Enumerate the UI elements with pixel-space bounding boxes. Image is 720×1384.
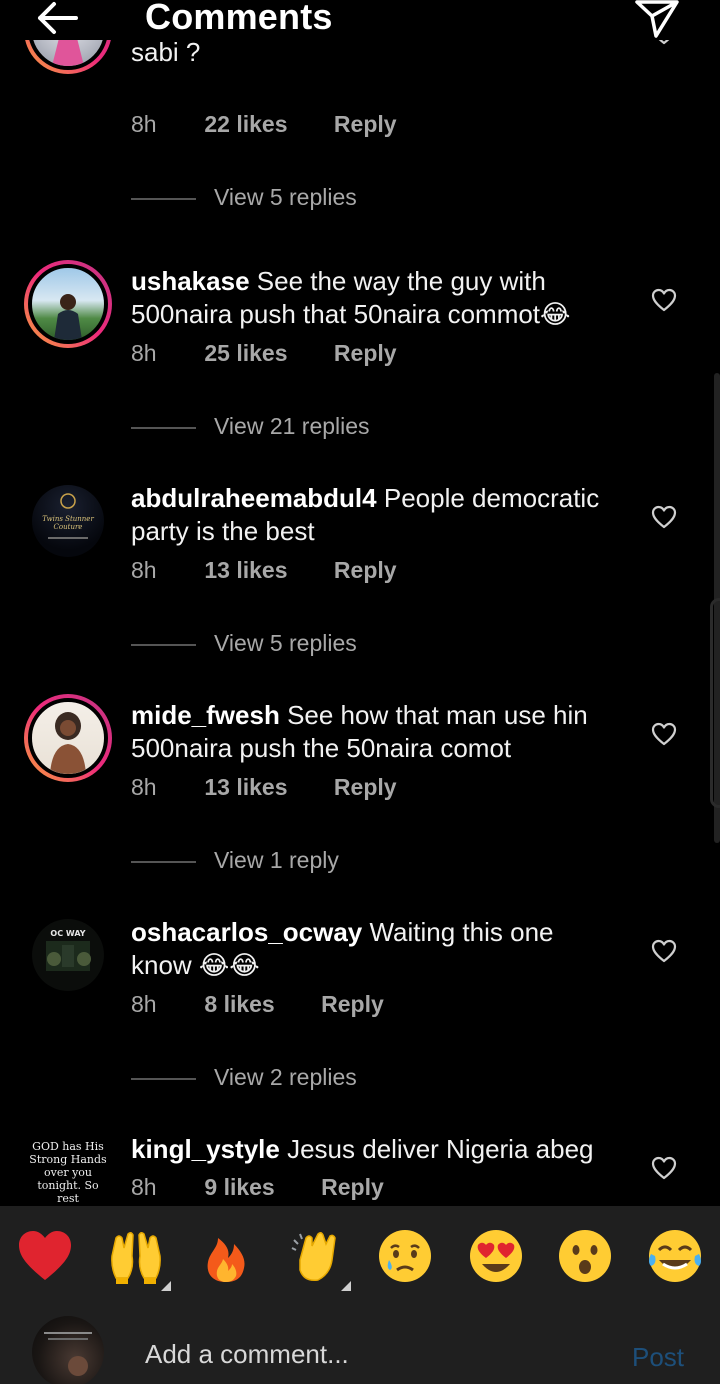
- comment-meta: 8h 13 likes Reply: [131, 557, 397, 584]
- raising-hands-icon[interactable]: [106, 1226, 166, 1286]
- view-replies-label: View 5 replies: [214, 630, 357, 656]
- comment-username[interactable]: mide_fwesh: [131, 700, 280, 730]
- avatar[interactable]: [24, 260, 112, 348]
- view-replies-label: View 21 replies: [214, 413, 370, 439]
- avatar-logo-text: OC WAY: [50, 929, 85, 938]
- avatar[interactable]: [24, 694, 112, 782]
- comment-item: mide_fwesh See how that man use hin 500n…: [0, 694, 720, 911]
- comment-text: kingl_ystyle Jesus deliver Nigeria abeg: [131, 1133, 621, 1166]
- view-replies-link[interactable]: View 1 reply: [131, 847, 339, 874]
- avatar[interactable]: [24, 40, 112, 74]
- comment-item: sabi ? 8h 22 likes Reply View 5 replies: [0, 40, 720, 248]
- heart-icon[interactable]: [651, 288, 677, 312]
- divider-line: [131, 426, 196, 429]
- edge-panel-handle[interactable]: [710, 598, 720, 808]
- view-replies-label: View 2 replies: [214, 1064, 357, 1090]
- likes-count[interactable]: 22 likes: [204, 111, 287, 138]
- comment-item: Twins Stunner Couture abdulraheemabdul4 …: [0, 477, 720, 694]
- reply-button[interactable]: Reply: [321, 991, 384, 1018]
- comment-meta: 8h 22 likes Reply: [131, 111, 397, 138]
- comment-item: OC WAY oshacarlos_ocway Waiting this one…: [0, 911, 720, 1128]
- comment-text: mide_fwesh See how that man use hin 500n…: [131, 699, 621, 765]
- comment-body: sabi ?: [131, 40, 201, 67]
- red-heart-icon[interactable]: [15, 1226, 75, 1286]
- view-replies-link[interactable]: View 5 replies: [131, 630, 357, 657]
- heart-icon[interactable]: [651, 1156, 677, 1180]
- likes-count[interactable]: 13 likes: [204, 774, 287, 801]
- clapping-hands-icon[interactable]: [286, 1226, 346, 1286]
- avatar[interactable]: GOD has His Strong Hands over you tonigh…: [28, 1132, 108, 1206]
- comment-time: 8h: [131, 340, 157, 366]
- fire-icon[interactable]: [196, 1226, 256, 1286]
- view-replies-link[interactable]: View 2 replies: [131, 1064, 357, 1091]
- comment-username[interactable]: ushakase: [131, 266, 250, 296]
- page-title: Comments: [145, 0, 333, 37]
- svg-text:Couture: Couture: [54, 523, 83, 531]
- surprised-face-icon[interactable]: [555, 1226, 615, 1286]
- heart-eyes-face-icon[interactable]: [466, 1226, 526, 1286]
- back-button[interactable]: [30, 0, 84, 40]
- reply-button[interactable]: Reply: [334, 340, 397, 367]
- likes-count[interactable]: 13 likes: [204, 557, 287, 584]
- heart-icon[interactable]: [651, 939, 677, 963]
- comment-item: GOD has His Strong Hands over you tonigh…: [0, 1128, 720, 1206]
- avatar-logo-text: Twins Stunner: [42, 515, 94, 523]
- current-user-avatar[interactable]: [32, 1316, 104, 1384]
- comment-text: sabi ?: [131, 40, 621, 69]
- view-replies-label: View 1 reply: [214, 847, 339, 873]
- comment-time: 8h: [131, 1174, 157, 1200]
- reply-button[interactable]: Reply: [321, 1174, 384, 1201]
- comment-meta: 8h 9 likes Reply: [131, 1174, 384, 1201]
- divider-line: [131, 643, 196, 646]
- reply-button[interactable]: Reply: [334, 774, 397, 801]
- comment-username[interactable]: kingl_ystyle: [131, 1134, 280, 1164]
- comment-time: 8h: [131, 111, 157, 137]
- reply-button[interactable]: Reply: [334, 111, 397, 138]
- avatar[interactable]: OC WAY: [32, 919, 104, 991]
- reply-button[interactable]: Reply: [334, 557, 397, 584]
- comment-meta: 8h 25 likes Reply: [131, 340, 397, 367]
- comment-time: 8h: [131, 991, 157, 1017]
- comment-username[interactable]: oshacarlos_ocway: [131, 917, 362, 947]
- comment-item: ushakase See the way the guy with 500nai…: [0, 260, 720, 477]
- view-replies-label: View 5 replies: [214, 184, 357, 210]
- comment-text: abdulraheemabdul4 People democratic part…: [131, 482, 621, 548]
- crying-face-icon[interactable]: [375, 1226, 435, 1286]
- comment-username[interactable]: abdulraheemabdul4: [131, 483, 377, 513]
- view-replies-link[interactable]: View 21 replies: [131, 413, 370, 440]
- comment-time: 8h: [131, 557, 157, 583]
- comment-body: Jesus deliver Nigeria abeg: [287, 1134, 594, 1164]
- comment-time: 8h: [131, 774, 157, 800]
- view-replies-link[interactable]: View 5 replies: [131, 184, 357, 211]
- avatar[interactable]: Twins Stunner Couture: [32, 485, 104, 557]
- comments-list[interactable]: sabi ? 8h 22 likes Reply View 5 replies …: [0, 40, 720, 1206]
- divider-line: [131, 1077, 196, 1080]
- share-button[interactable]: [632, 0, 682, 40]
- heart-icon[interactable]: [651, 722, 677, 746]
- paper-plane-icon: [635, 0, 679, 38]
- arrow-left-icon: [38, 2, 78, 34]
- likes-count[interactable]: 9 likes: [204, 1174, 274, 1201]
- avatar-logo-text: GOD has His Strong Hands over you tonigh…: [29, 1140, 107, 1205]
- likes-count[interactable]: 8 likes: [204, 991, 274, 1018]
- skin-tone-indicator[interactable]: [161, 1281, 171, 1291]
- skin-tone-indicator[interactable]: [341, 1281, 351, 1291]
- comment-text: oshacarlos_ocway Waiting this one know 😂…: [131, 916, 621, 982]
- top-bar: Comments: [0, 0, 720, 40]
- tears-of-joy-face-icon[interactable]: [645, 1226, 705, 1286]
- comment-text: ushakase See the way the guy with 500nai…: [131, 265, 621, 331]
- comment-meta: 8h 8 likes Reply: [131, 991, 384, 1018]
- divider-line: [131, 197, 196, 200]
- heart-icon[interactable]: [651, 40, 677, 45]
- divider-line: [131, 860, 196, 863]
- comment-input[interactable]: Add a comment...: [145, 1339, 349, 1370]
- comment-composer: Add a comment... Post: [0, 1301, 720, 1384]
- comment-meta: 8h 13 likes Reply: [131, 774, 397, 801]
- post-button[interactable]: Post: [632, 1342, 684, 1373]
- quick-reactions-bar: [0, 1206, 720, 1301]
- heart-icon[interactable]: [651, 505, 677, 529]
- likes-count[interactable]: 25 likes: [204, 340, 287, 367]
